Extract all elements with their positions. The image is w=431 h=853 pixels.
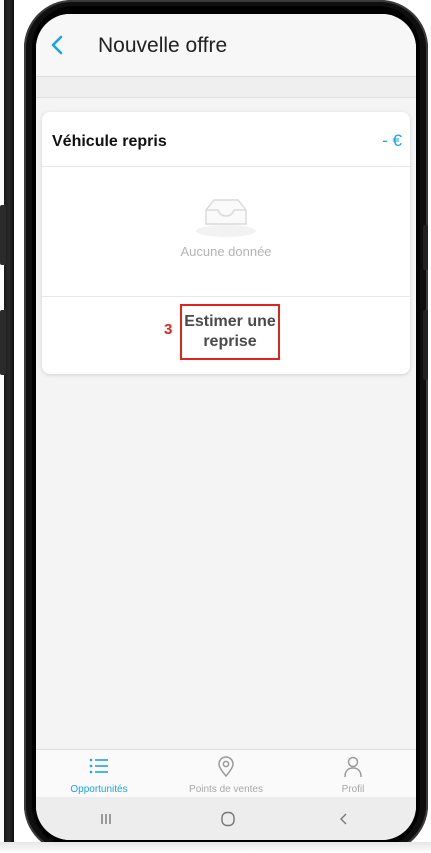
bottom-navigation: Opportunités Points de ventes Profil xyxy=(36,749,416,798)
app-screen: Nouvelle offre Véhicule repris - € Aucun… xyxy=(36,14,416,840)
location-pin-icon xyxy=(216,756,236,783)
volume-button xyxy=(423,225,428,270)
home-icon[interactable] xyxy=(208,807,248,831)
nav-label: Profil xyxy=(341,784,365,795)
trade-in-card: Véhicule repris - € Aucune donnée 3 Esti… xyxy=(42,112,410,374)
nav-label: Points de ventes xyxy=(189,784,263,795)
nav-item-points-de-ventes[interactable]: Points de ventes xyxy=(163,750,289,798)
previous-phone-button xyxy=(0,310,6,375)
step-number-annotation: 3 xyxy=(164,321,173,338)
nav-item-profil[interactable]: Profil xyxy=(290,750,416,798)
chevron-left-icon[interactable] xyxy=(46,32,68,58)
nav-item-opportunites[interactable]: Opportunités xyxy=(36,750,162,798)
user-icon xyxy=(343,756,363,783)
android-navigation-bar xyxy=(36,797,416,840)
header-subbar xyxy=(36,77,416,98)
card-divider xyxy=(42,296,410,297)
card-title: Véhicule repris xyxy=(52,133,167,150)
trade-in-amount: - € xyxy=(382,131,402,150)
empty-state-text: Aucune donnée xyxy=(180,244,272,259)
previous-phone-edge xyxy=(0,0,14,853)
nav-label: Opportunités xyxy=(70,784,128,795)
app-header: Nouvelle offre xyxy=(36,14,416,77)
estimate-trade-in-button[interactable]: Estimer une reprise xyxy=(180,304,280,360)
recent-apps-icon[interactable] xyxy=(86,807,126,831)
power-button xyxy=(423,310,428,380)
back-icon[interactable] xyxy=(323,807,363,831)
list-icon xyxy=(88,756,110,781)
previous-phone-button xyxy=(0,205,6,265)
page-title: Nouvelle offre xyxy=(98,34,228,57)
reflection xyxy=(0,842,431,853)
card-header: Véhicule repris - € xyxy=(42,112,410,167)
inbox-icon xyxy=(194,196,258,243)
